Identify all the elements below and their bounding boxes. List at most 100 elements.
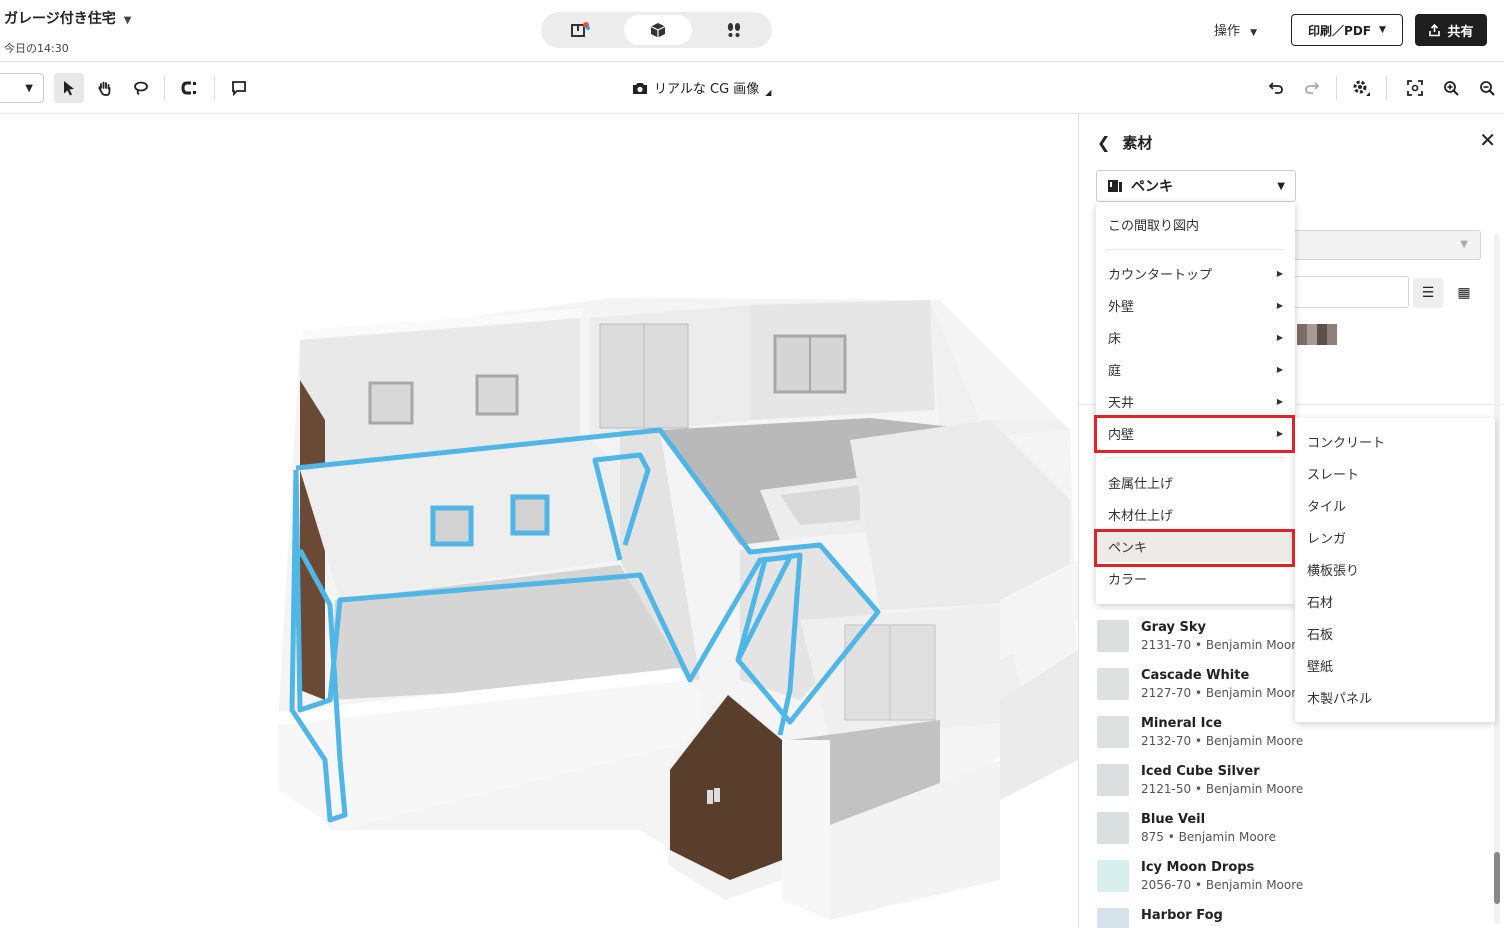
chevron-right-icon: ▶ — [1276, 428, 1283, 438]
color-code: 2121-50 • Benjamin Moore — [1141, 782, 1304, 796]
toolbar: ▼ リアルな CG 画像 ◢ — [0, 62, 1504, 114]
grid-view-icon[interactable]: ▦ — [1449, 278, 1479, 308]
color-name: Icy Moon Drops — [1141, 860, 1255, 875]
menu-item-floor[interactable]: 床 ▶ — [1096, 321, 1295, 353]
interior-wall-submenu: コンクリート スレート タイル レンガ 横板張り 石材 石板 壁紙 木製パネル — [1295, 418, 1495, 722]
hand-icon — [98, 81, 111, 96]
menu-item-color[interactable]: カラー — [1096, 562, 1295, 594]
menu-item-label: カウンタートップ — [1108, 267, 1213, 283]
zoom-in-button[interactable] — [1436, 73, 1466, 103]
color-name: Gray Sky — [1141, 620, 1206, 635]
project-title-text: ガレージ付き住宅 — [4, 11, 116, 27]
submenu-item[interactable]: 横板張り — [1295, 553, 1495, 585]
color-name: Mineral Ice — [1141, 716, 1222, 731]
print-pdf-label: 印刷／PDF — [1308, 23, 1372, 38]
menu-item-label: 天井 — [1108, 395, 1135, 411]
list-view-icon[interactable]: ☰ — [1413, 278, 1443, 308]
floorplan-2d-icon — [571, 22, 590, 37]
color-list-item[interactable]: Icy Moon Drops 2056-70 • Benjamin Moore — [1097, 854, 1487, 902]
color-swatch — [1097, 620, 1129, 652]
operations-menu[interactable]: 操作 ▼ — [1214, 20, 1257, 39]
color-list-item[interactable]: Iced Cube Silver 2121-50 • Benjamin Moore — [1097, 758, 1487, 806]
chevron-right-icon: ▶ — [1276, 396, 1283, 406]
material-category-menu: この間取り図内 カウンタートップ ▶ 外壁 ▶ 床 ▶ 庭 ▶ 天井 ▶ 内壁 ▶ 金属仕上… — [1096, 202, 1295, 604]
view-mode-switch — [541, 12, 772, 48]
magnet-icon — [181, 81, 196, 95]
submenu-item[interactable]: 石材 — [1295, 585, 1495, 617]
color-list-item[interactable]: Harbor Fog — [1097, 902, 1487, 928]
submenu-item[interactable]: 石板 — [1295, 617, 1495, 649]
menu-item-exterior-wall[interactable]: 外壁 ▶ — [1096, 289, 1295, 321]
color-code: 2056-70 • Benjamin Moore — [1141, 878, 1304, 892]
color-swatch — [1097, 764, 1129, 796]
submenu-item[interactable]: レンガ — [1295, 521, 1495, 553]
menu-item-metal-finish[interactable]: 金属仕上げ — [1096, 466, 1295, 498]
menu-item-wood-finish[interactable]: 木材仕上げ — [1096, 498, 1295, 530]
top-header: ガレージ付き住宅 ▼ 今日の14:30 操作 ▼ 印刷／PDF ▼ 共有 — [0, 0, 1504, 62]
color-swatch — [1097, 860, 1129, 892]
color-code: 2131-70 • Benjamin Moore — [1141, 638, 1304, 652]
3d-viewport[interactable] — [0, 114, 1078, 928]
submenu-item[interactable]: 壁紙 — [1295, 649, 1495, 681]
brand-select[interactable]: ▼ — [1279, 230, 1481, 260]
menu-item-label: 庭 — [1108, 363, 1122, 379]
menu-item-label: カラー — [1108, 572, 1148, 588]
menu-item-label: 金属仕上げ — [1108, 476, 1174, 492]
redo-button[interactable] — [1297, 73, 1327, 103]
realistic-render-button[interactable]: リアルな CG 画像 ◢ — [632, 78, 771, 97]
chevron-down-icon[interactable]: ▼ — [124, 15, 132, 26]
comment-tool-button[interactable] — [224, 73, 254, 103]
pan-tool-button[interactable] — [90, 73, 120, 103]
submenu-item[interactable]: 木製パネル — [1295, 681, 1495, 713]
undo-button[interactable] — [1261, 73, 1291, 103]
material-category-select[interactable]: ペンキ ▼ — [1096, 170, 1296, 202]
color-name: Iced Cube Silver — [1141, 764, 1260, 779]
submenu-item[interactable]: タイル — [1295, 489, 1495, 521]
menu-divider — [1106, 457, 1284, 458]
share-button[interactable]: 共有 — [1415, 14, 1487, 46]
zoom-out-button[interactable] — [1472, 73, 1502, 103]
menu-item-interior-wall[interactable]: 内壁 ▶ — [1096, 417, 1295, 449]
project-title[interactable]: ガレージ付き住宅 ▼ — [4, 8, 131, 28]
menu-item-this-plan[interactable]: この間取り図内 — [1096, 208, 1295, 240]
menu-item-paint[interactable]: ペンキ — [1096, 530, 1295, 562]
toolbar-divider — [1386, 76, 1387, 100]
menu-divider — [1106, 249, 1284, 250]
select-tool-button[interactable] — [54, 73, 84, 103]
snap-magnet-button[interactable] — [175, 73, 205, 103]
walkthrough-button[interactable] — [700, 15, 768, 45]
submenu-item[interactable]: コンクリート — [1295, 425, 1495, 457]
chevron-right-icon: ▶ — [1276, 332, 1283, 342]
back-chevron-icon[interactable]: ❮ — [1097, 133, 1110, 152]
fit-view-button[interactable] — [1400, 73, 1430, 103]
menu-item-garden[interactable]: 庭 ▶ — [1096, 353, 1295, 385]
menu-item-countertop[interactable]: カウンタートップ ▶ — [1096, 257, 1295, 289]
scrollbar-thumb[interactable] — [1494, 852, 1500, 904]
realistic-render-label: リアルな CG 画像 — [654, 82, 760, 97]
operations-label: 操作 — [1214, 24, 1241, 39]
view-2d-button[interactable] — [546, 15, 614, 45]
menu-item-label: 内壁 — [1108, 427, 1135, 443]
lasso-tool-button[interactable] — [126, 73, 156, 103]
selected-swatch-thumbnail — [1297, 324, 1337, 345]
search-input[interactable] — [1279, 276, 1409, 308]
print-pdf-button[interactable]: 印刷／PDF ▼ — [1291, 14, 1403, 46]
color-code: 2127-70 • Benjamin Moore — [1141, 686, 1304, 700]
menu-item-ceiling[interactable]: 天井 ▶ — [1096, 385, 1295, 417]
chevron-down-icon: ▼ — [1379, 25, 1386, 35]
color-list-item[interactable]: Blue Veil 875 • Benjamin Moore — [1097, 806, 1487, 854]
level-select[interactable]: ▼ — [0, 73, 44, 103]
settings-button[interactable] — [1346, 73, 1376, 103]
view-3d-button[interactable] — [624, 15, 692, 45]
submenu-item[interactable]: スレート — [1295, 457, 1495, 489]
cursor-arrow-icon — [64, 81, 74, 96]
floorplan-3d-render[interactable] — [0, 114, 1078, 928]
menu-item-label: この間取り図内 — [1108, 218, 1200, 234]
chevron-down-icon: ▼ — [1277, 180, 1285, 192]
color-code: 875 • Benjamin Moore — [1141, 830, 1277, 844]
chevron-right-icon: ▶ — [1276, 364, 1283, 374]
close-icon[interactable]: ✕ — [1479, 128, 1496, 152]
category-value: ペンキ — [1131, 179, 1173, 195]
undo-icon — [1268, 82, 1283, 94]
chevron-down-icon: ▼ — [25, 82, 33, 94]
